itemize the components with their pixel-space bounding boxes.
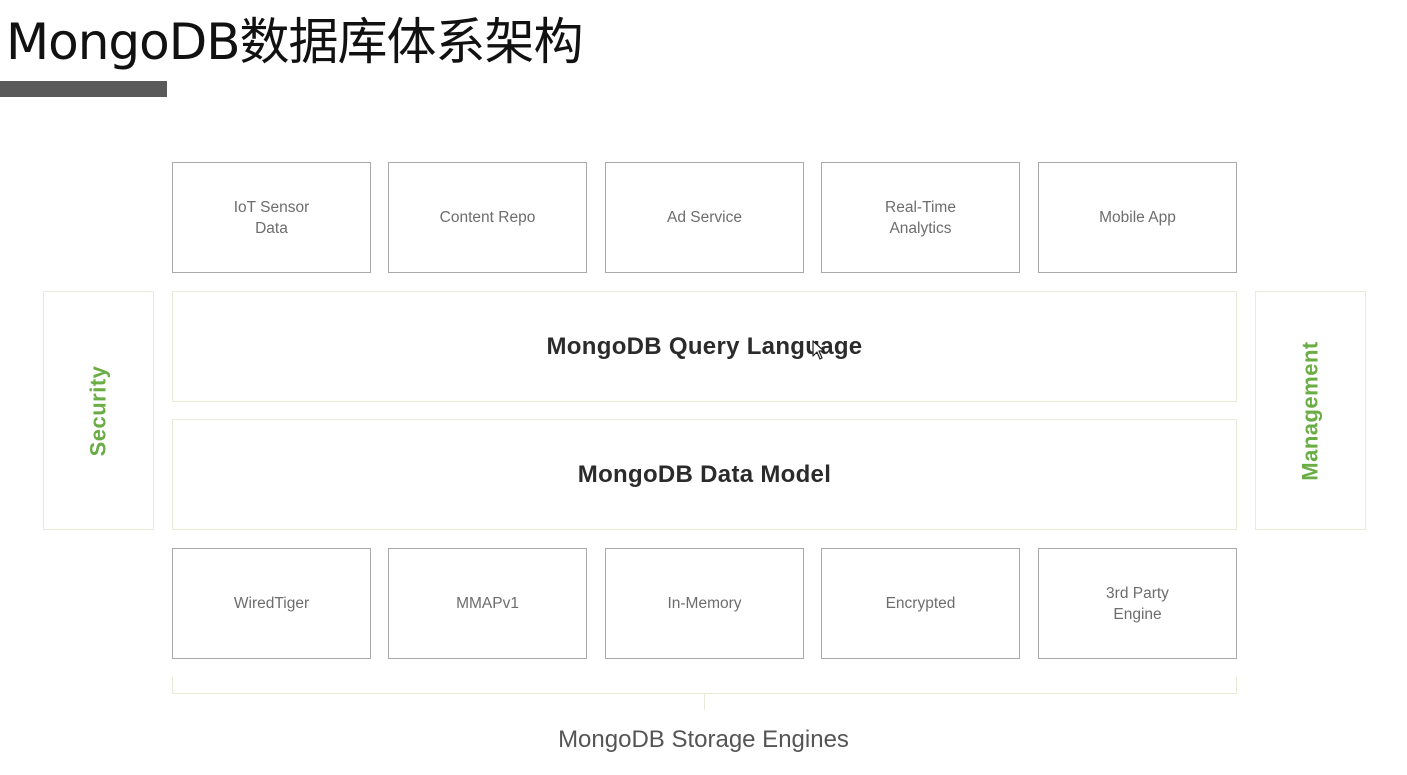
data-model-label: MongoDB Data Model: [577, 460, 832, 488]
engine-box-3rd-party-engine: 3rd Party Engine: [1038, 548, 1237, 659]
mouse-pointer-icon: [812, 340, 825, 360]
app-box-real-time-analytics: Real-Time Analytics: [821, 162, 1020, 273]
engine-box-wiredtiger: WiredTiger: [172, 548, 371, 659]
query-language-layer: MongoDB Query Language: [172, 291, 1237, 402]
app-box-mobile-app: Mobile App: [1038, 162, 1237, 273]
app-box-content-repo: Content Repo: [388, 162, 587, 273]
engine-box-mmapv1: MMAPv1: [388, 548, 587, 659]
engine-box-encrypted: Encrypted: [821, 548, 1020, 659]
storage-engines-bracket: [172, 677, 1237, 694]
data-model-layer: MongoDB Data Model: [172, 419, 1237, 530]
management-panel: Management: [1255, 291, 1366, 530]
engine-box-in-memory: In-Memory: [605, 548, 804, 659]
page-title: MongoDB数据库体系架构: [6, 13, 584, 71]
storage-engines-bracket-tick: [704, 694, 705, 710]
management-label: Management: [1297, 340, 1323, 481]
storage-engines-caption: MongoDB Storage Engines: [558, 726, 849, 753]
security-label: Security: [85, 365, 111, 456]
app-box-ad-service: Ad Service: [605, 162, 804, 273]
title-underline-bar: [0, 81, 167, 97]
security-panel: Security: [43, 291, 154, 530]
app-box-iot-sensor-data: IoT Sensor Data: [172, 162, 371, 273]
